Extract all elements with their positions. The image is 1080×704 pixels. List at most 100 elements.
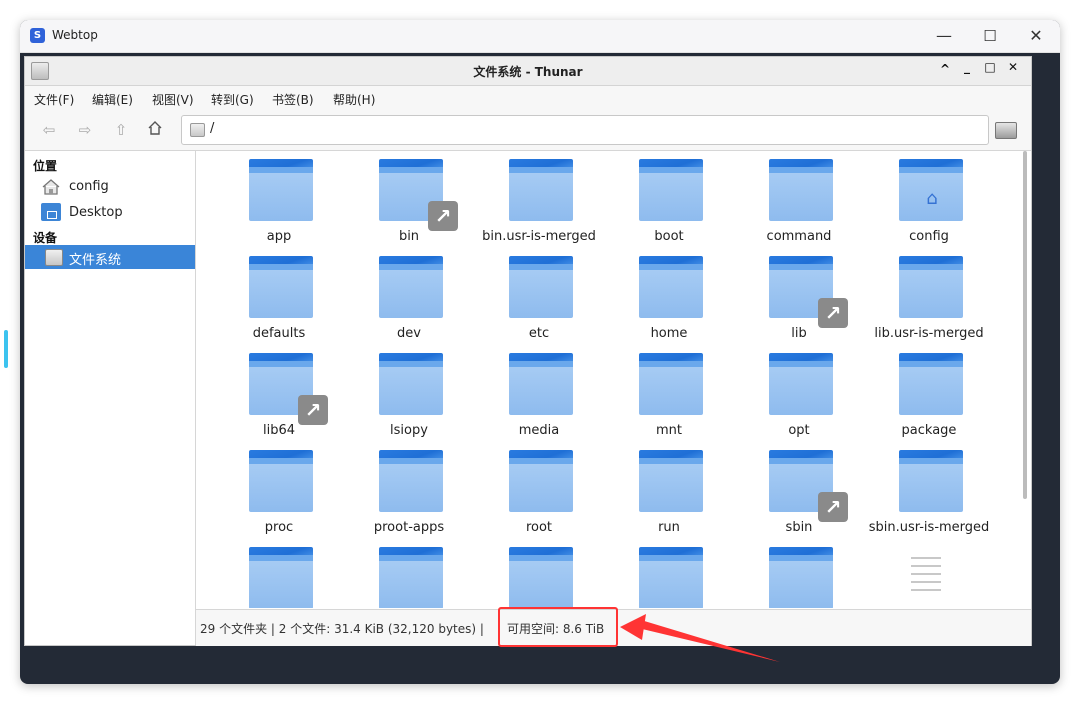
folder-icon: ↗ — [769, 256, 848, 328]
file-name: app — [266, 229, 292, 244]
webtop-minimize-button[interactable]: — — [932, 24, 956, 48]
file-item[interactable]: proot-apps — [344, 442, 474, 536]
file-item[interactable] — [474, 539, 604, 608]
file-item[interactable]: ↗ sbin — [734, 442, 864, 536]
menu-help[interactable]: 帮助(H) — [333, 91, 375, 108]
sidebar-item-desktop[interactable]: Desktop — [25, 201, 195, 225]
shade-button[interactable]: ^ — [935, 62, 955, 76]
folder-icon: ↗ — [379, 159, 458, 231]
symlink-arrow-icon: ↗ — [298, 395, 328, 425]
webtop-title: Webtop — [52, 28, 98, 42]
file-name: opt — [788, 423, 810, 438]
file-item[interactable]: dev — [344, 248, 474, 342]
menu-bookmarks[interactable]: 书签(B) — [272, 91, 314, 108]
folder-icon — [509, 450, 573, 512]
folder-icon — [379, 256, 443, 318]
file-item[interactable]: ↗ lib — [734, 248, 864, 342]
folder-icon — [379, 547, 443, 608]
file-name: run — [658, 520, 680, 535]
devices-heading: 设备 — [33, 231, 58, 245]
close-button[interactable]: ✕ — [1003, 60, 1023, 74]
file-item[interactable]: bin.usr-is-merged — [474, 151, 604, 245]
folder-icon — [249, 159, 313, 221]
places-heading: 位置 — [33, 159, 58, 173]
folder-icon — [769, 353, 833, 415]
toolbar: ⇦ ⇨ ⇧ / — [25, 110, 1031, 151]
folder-icon — [639, 159, 703, 221]
file-item[interactable] — [864, 539, 994, 608]
file-item[interactable]: etc — [474, 248, 604, 342]
file-item[interactable]: app — [214, 151, 344, 245]
file-name: media — [518, 423, 560, 438]
file-item[interactable]: run — [604, 442, 734, 536]
file-name: command — [766, 229, 832, 244]
file-name: home — [650, 326, 688, 341]
location-bar[interactable]: / — [181, 115, 989, 145]
folder-icon: ↗ — [249, 353, 328, 425]
arrow-up-icon: ⇧ — [114, 121, 128, 139]
scrollbar[interactable] — [1023, 151, 1027, 499]
menu-edit[interactable]: 编辑(E) — [92, 91, 133, 108]
file-name: sbin — [785, 520, 813, 535]
home-button[interactable] — [145, 120, 165, 140]
forward-button[interactable]: ⇨ — [75, 120, 95, 140]
menu-view[interactable]: 视图(V) — [152, 91, 194, 108]
status-summary: 29 个文件夹 | 2 个文件: 31.4 KiB (32,120 bytes)… — [200, 622, 484, 636]
file-name: dev — [397, 326, 421, 341]
file-name: config — [909, 229, 949, 244]
sidebar-item-filesystem[interactable]: 文件系统 — [25, 245, 195, 269]
folder-icon — [249, 450, 313, 512]
folder-icon — [509, 256, 573, 318]
file-name: lib64 — [262, 423, 296, 438]
file-name: bin — [398, 229, 420, 244]
file-item[interactable] — [734, 539, 864, 608]
file-view[interactable]: app ↗ bin bin.usr-is-merged boot command ⌂ conf… — [196, 151, 1022, 608]
file-item[interactable]: defaults — [214, 248, 344, 342]
sidebar-item-label: 文件系统 — [69, 253, 122, 268]
symlink-arrow-icon: ↗ — [818, 298, 848, 328]
file-name: lsiopy — [390, 423, 428, 438]
file-item[interactable] — [344, 539, 474, 608]
webtop-window: S Webtop — ☐ ✕ 文件系统 - Thunar ^ _ □ ✕ 文件(… — [20, 20, 1060, 684]
file-item[interactable]: sbin.usr-is-merged — [864, 442, 994, 536]
file-item[interactable]: lsiopy — [344, 345, 474, 439]
sidebar-item-config[interactable]: config — [25, 175, 195, 199]
thunar-title-bar[interactable]: 文件系统 - Thunar ^ _ □ ✕ — [25, 57, 1031, 86]
file-item[interactable]: proc — [214, 442, 344, 536]
file-item[interactable]: lib.usr-is-merged — [864, 248, 994, 342]
file-item[interactable]: media — [474, 345, 604, 439]
minimize-button[interactable]: _ — [957, 60, 977, 74]
menu-file[interactable]: 文件(F) — [34, 91, 74, 108]
file-item[interactable] — [214, 539, 344, 608]
webtop-maximize-button[interactable]: ☐ — [978, 24, 1002, 48]
file-item[interactable]: home — [604, 248, 734, 342]
file-name: package — [901, 423, 957, 438]
file-item[interactable]: root — [474, 442, 604, 536]
folder-icon: ⌂ — [899, 159, 963, 221]
file-item[interactable]: package — [864, 345, 994, 439]
folder-icon — [249, 256, 313, 318]
folder-icon — [639, 353, 703, 415]
file-item[interactable]: opt — [734, 345, 864, 439]
file-item[interactable] — [604, 539, 734, 608]
file-item[interactable]: ⌂ config — [864, 151, 994, 245]
back-button[interactable]: ⇦ — [39, 120, 59, 140]
file-item[interactable]: command — [734, 151, 864, 245]
home-icon — [42, 179, 60, 195]
up-button[interactable]: ⇧ — [111, 120, 131, 140]
sidebar-item-label: Desktop — [69, 205, 123, 220]
file-item[interactable]: ↗ bin — [344, 151, 474, 245]
drive-button[interactable] — [995, 122, 1017, 139]
file-item[interactable]: mnt — [604, 345, 734, 439]
folder-icon: ↗ — [769, 450, 848, 522]
file-name: lib.usr-is-merged — [874, 326, 984, 341]
file-name: lib — [791, 326, 807, 341]
folder-icon — [769, 547, 833, 608]
maximize-button[interactable]: □ — [980, 60, 1000, 74]
folder-icon — [639, 256, 703, 318]
webtop-close-button[interactable]: ✕ — [1024, 24, 1048, 48]
menu-go[interactable]: 转到(G) — [211, 91, 254, 108]
file-item[interactable]: boot — [604, 151, 734, 245]
drive-icon — [45, 249, 63, 266]
file-item[interactable]: ↗ lib64 — [214, 345, 344, 439]
